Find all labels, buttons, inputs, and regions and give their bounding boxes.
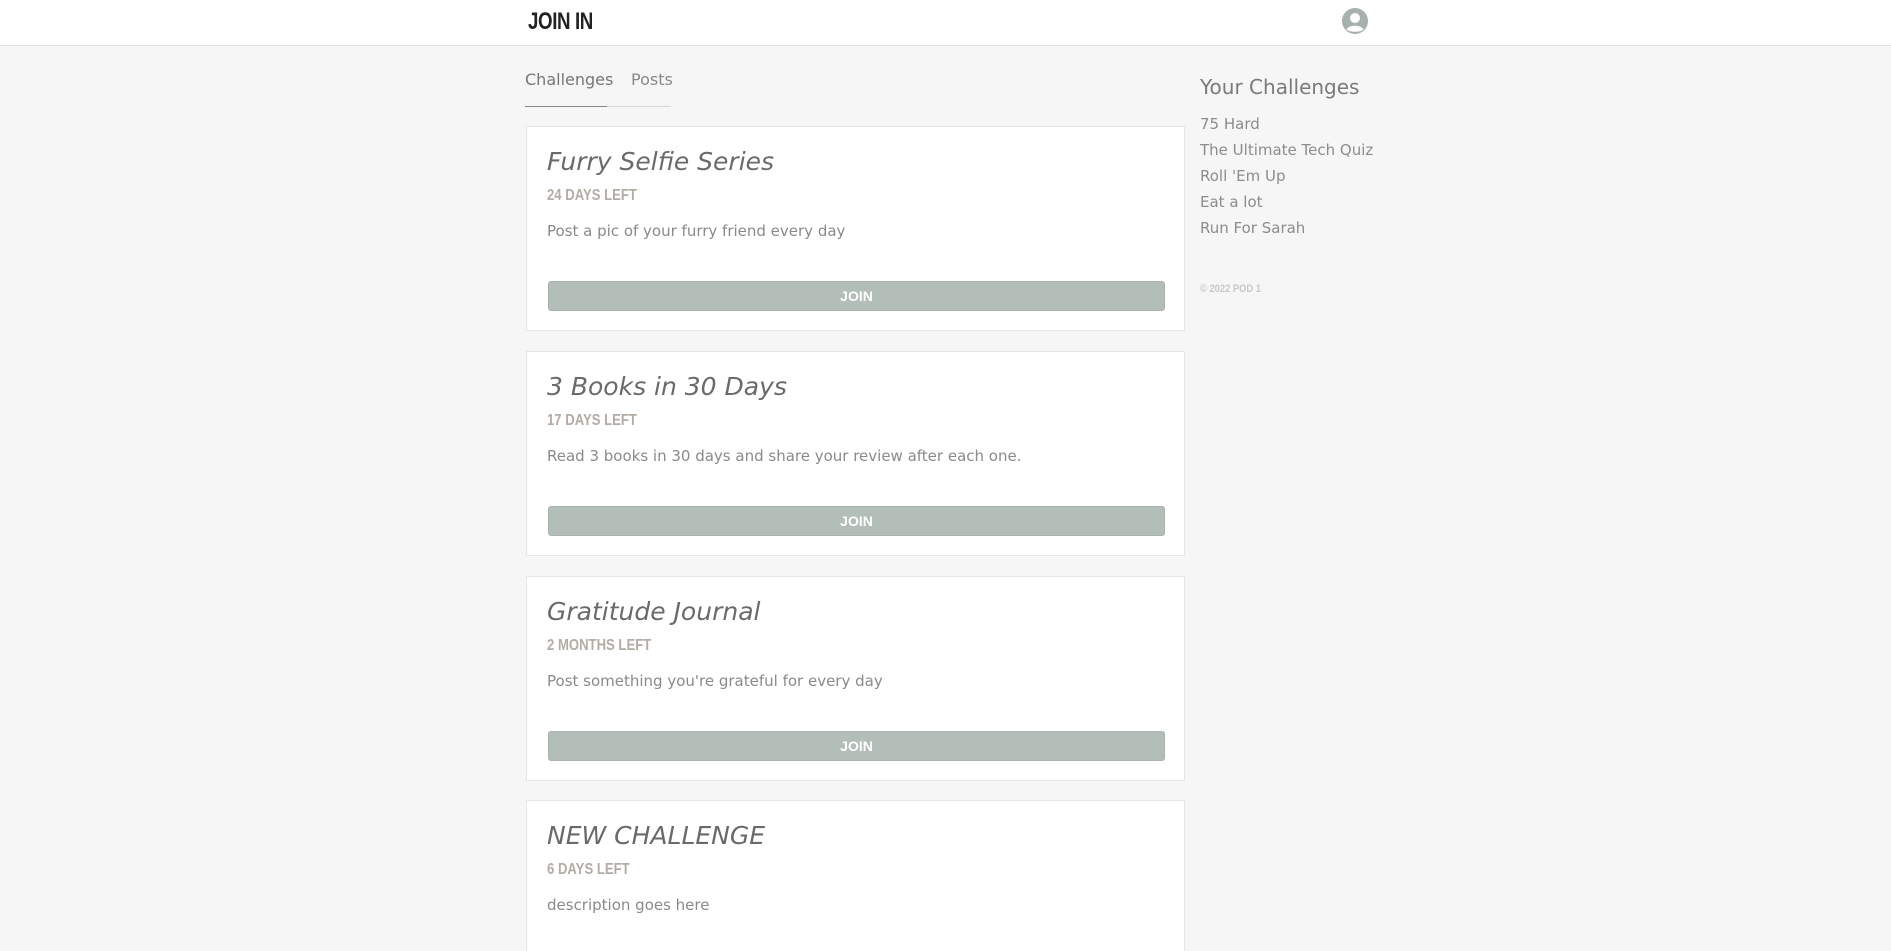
- user-circle-icon[interactable]: [1341, 7, 1369, 35]
- sidebar-item-run-for-sarah[interactable]: Run For Sarah: [1200, 215, 1400, 241]
- active-tab-indicator: [525, 106, 607, 107]
- join-button[interactable]: JOIN: [548, 506, 1165, 536]
- challenge-days-left: 24 DAYS LEFT: [547, 187, 637, 204]
- challenge-title: 3 Books in 30 Days: [547, 372, 787, 401]
- sidebar-item-tech-quiz[interactable]: The Ultimate Tech Quiz: [1200, 137, 1400, 163]
- challenge-card: 3 Books in 30 Days 17 DAYS LEFT Read 3 b…: [526, 351, 1185, 556]
- challenge-days-left: 17 DAYS LEFT: [547, 412, 637, 429]
- join-button[interactable]: JOIN: [548, 731, 1165, 761]
- challenge-days-left: 6 DAYS LEFT: [547, 861, 630, 878]
- challenge-description: Post a pic of your furry friend every da…: [547, 222, 846, 240]
- tab-bar: Challenges Posts: [525, 68, 673, 107]
- copyright-text: © 2022 POD 1: [1200, 283, 1261, 295]
- challenge-card: Gratitude Journal 2 MONTHS LEFT Post som…: [526, 576, 1185, 781]
- challenge-description: Post something you're grateful for every…: [547, 672, 883, 690]
- tab-challenges[interactable]: Challenges: [525, 70, 613, 89]
- tab-posts[interactable]: Posts: [631, 70, 673, 89]
- challenge-card: Furry Selfie Series 24 DAYS LEFT Post a …: [526, 126, 1185, 331]
- challenge-title: Furry Selfie Series: [547, 147, 775, 176]
- sidebar-item-roll-em-up[interactable]: Roll 'Em Up: [1200, 163, 1400, 189]
- challenge-title: NEW CHALLENGE: [547, 821, 766, 850]
- challenge-card: NEW CHALLENGE 6 DAYS LEFT description go…: [526, 800, 1185, 951]
- challenge-title: Gratitude Journal: [547, 597, 761, 626]
- sidebar-item-eat-a-lot[interactable]: Eat a lot: [1200, 189, 1400, 215]
- challenge-description: Read 3 books in 30 days and share your r…: [547, 447, 1022, 465]
- sidebar-title: Your Challenges: [1200, 75, 1360, 99]
- your-challenges-sidebar: Your Challenges 75 Hard The Ultimate Tec…: [1200, 75, 1400, 241]
- join-button[interactable]: JOIN: [548, 281, 1165, 311]
- challenge-days-left: 2 MONTHS LEFT: [547, 637, 652, 654]
- brand-logo[interactable]: JOIN IN: [528, 8, 593, 36]
- challenge-description: description goes here: [547, 896, 710, 914]
- top-bar: JOIN IN: [0, 0, 1891, 46]
- sidebar-item-75-hard[interactable]: 75 Hard: [1200, 111, 1400, 137]
